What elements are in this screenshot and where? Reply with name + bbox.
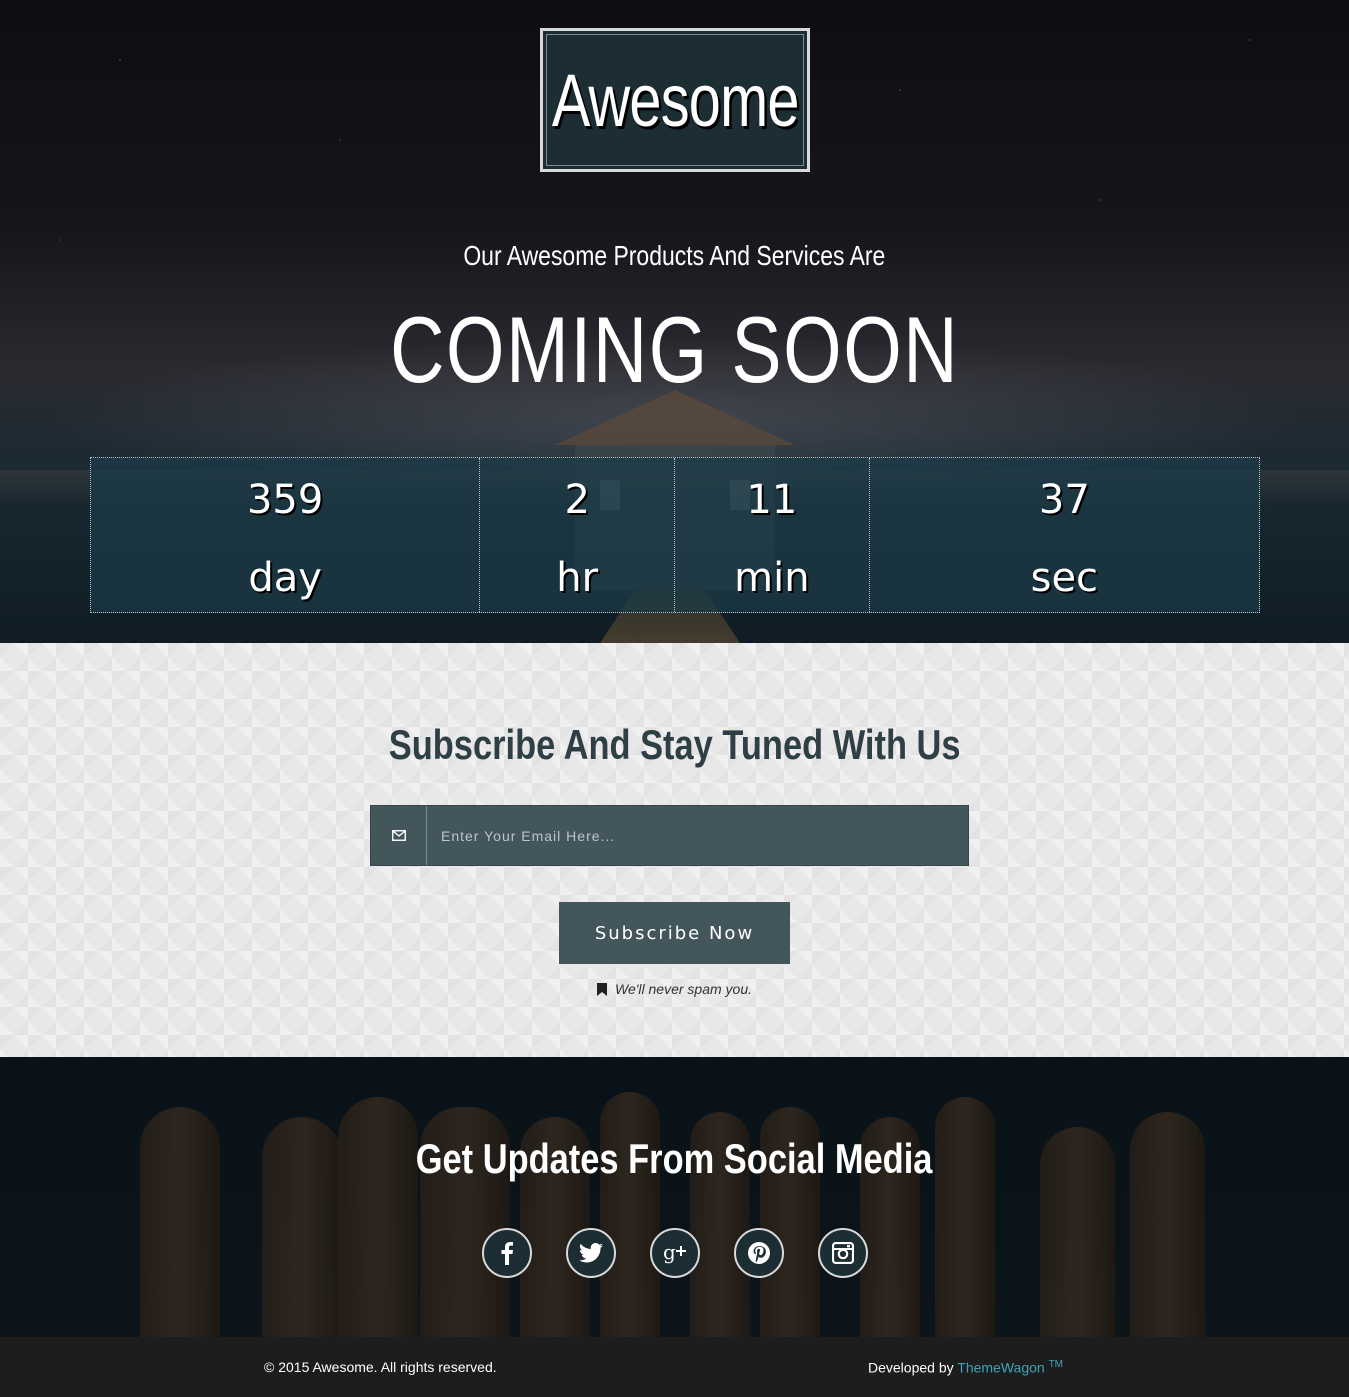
subscribe-button[interactable]: Subscribe Now: [559, 902, 790, 964]
spam-note-text: We'll never spam you.: [614, 981, 753, 997]
email-input[interactable]: [427, 806, 968, 865]
countdown-seconds-value: 37: [1038, 477, 1090, 523]
developer-credit: Developed by ThemeWagon TM: [868, 1359, 1063, 1376]
copyright-text: © 2015 Awesome. All rights reserved.: [264, 1359, 497, 1375]
countdown-days-value: 359: [246, 477, 324, 523]
countdown-minutes-value: 11: [746, 477, 798, 523]
countdown-days-unit: day: [248, 555, 322, 601]
countdown-days: 359 day: [91, 458, 481, 612]
countdown-hours: 2 hr: [480, 458, 675, 612]
spam-note: We'll never spam you.: [0, 981, 1349, 997]
coming-soon-headline: COMING SOON: [0, 296, 1349, 404]
pinterest-icon[interactable]: [734, 1228, 784, 1278]
instagram-icon[interactable]: [818, 1228, 868, 1278]
themewagon-link[interactable]: ThemeWagon: [957, 1360, 1044, 1376]
countdown-timer: 359 day 2 hr 11 min 37 sec: [90, 457, 1260, 613]
footer: © 2015 Awesome. All rights reserved. Dev…: [0, 1337, 1349, 1397]
hero-section: Awesome Our Awesome Products And Service…: [0, 0, 1349, 643]
google-plus-icon[interactable]: g: [650, 1228, 700, 1278]
finger-image: [600, 1092, 660, 1337]
logo-text: Awesome: [551, 58, 800, 142]
countdown-seconds: 37 sec: [870, 458, 1259, 612]
trademark-mark: TM: [1048, 1359, 1064, 1370]
countdown-hours-unit: hr: [556, 555, 599, 601]
logo[interactable]: Awesome: [540, 28, 810, 172]
svg-text:g: g: [663, 1241, 676, 1264]
social-title-text: Get Updates From Social Media: [416, 1135, 933, 1182]
bookmark-icon: [596, 983, 607, 996]
social-section: Get Updates From Social Media g: [0, 1057, 1349, 1337]
facebook-icon[interactable]: [482, 1228, 532, 1278]
countdown-hours-value: 2: [564, 477, 590, 523]
subscribe-title-text: Subscribe And Stay Tuned With Us: [388, 721, 961, 768]
subscribe-title: Subscribe And Stay Tuned With Us: [0, 721, 1349, 769]
twitter-icon[interactable]: [566, 1228, 616, 1278]
headline-text: COMING SOON: [389, 297, 960, 402]
finger-image: [935, 1097, 995, 1337]
subscribe-section: Subscribe And Stay Tuned With Us Subscri…: [0, 643, 1349, 1057]
countdown-minutes-unit: min: [734, 555, 810, 601]
developed-by-label: Developed by: [868, 1359, 954, 1376]
social-title: Get Updates From Social Media: [0, 1135, 1349, 1183]
social-icons: g: [482, 1228, 868, 1278]
countdown-minutes: 11 min: [675, 458, 870, 612]
countdown-seconds-unit: sec: [1030, 555, 1099, 601]
email-form: [370, 805, 969, 866]
envelope-icon: [371, 806, 427, 865]
tagline: Our Awesome Products And Services Are: [0, 240, 1349, 272]
finger-image: [338, 1097, 418, 1337]
logo-inner-frame: Awesome: [546, 34, 804, 166]
tagline-text: Our Awesome Products And Services Are: [463, 240, 886, 271]
